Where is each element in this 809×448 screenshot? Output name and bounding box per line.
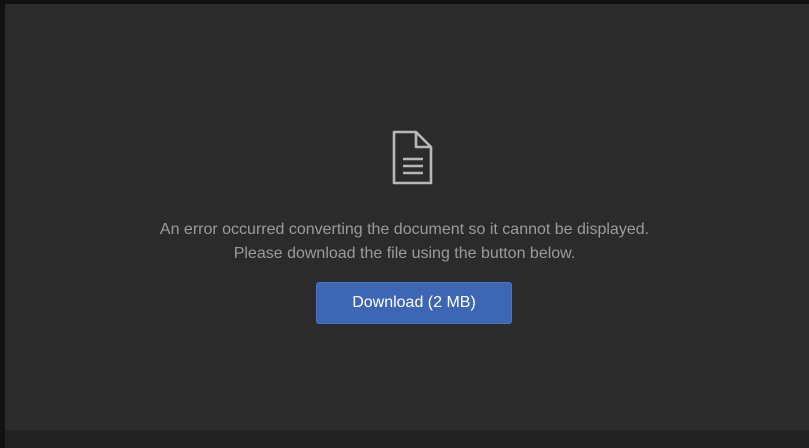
bottom-strip <box>5 430 809 448</box>
document-icon <box>392 130 433 185</box>
error-message-line-1: An error occurred converting the documen… <box>159 221 650 238</box>
error-message: An error occurred converting the documen… <box>0 218 809 266</box>
viewer-frame: An error occurred converting the documen… <box>0 0 809 448</box>
error-message-line-2: Please download the file using the butto… <box>233 245 576 262</box>
download-button[interactable]: Download (2 MB) <box>316 282 512 324</box>
preview-panel <box>5 4 809 430</box>
